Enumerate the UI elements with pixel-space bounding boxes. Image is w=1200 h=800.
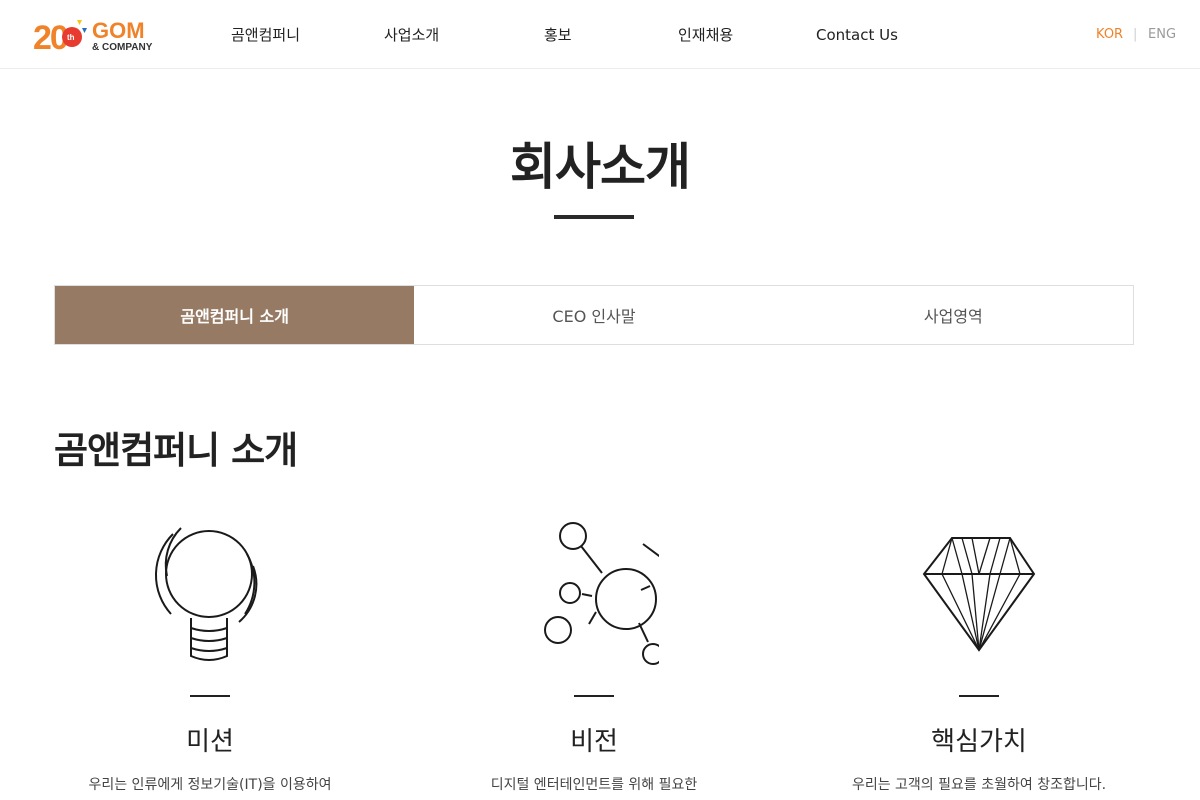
nav-item-careers[interactable]: 인재채용 [678,24,733,46]
site-header: 20 th GOM & COMPANY 곰앤컴퍼니 사업소개 홍보 인재채용 C… [0,0,1200,69]
mission-title: 미션 [186,727,234,757]
vision-description: 디지털 엔터테인먼트를 위해 필요한 [490,777,698,793]
core-values-card: 핵심가치 우리는 고객의 필요를 초월하여 창조합니다. [829,510,1129,800]
nav-item-company[interactable]: 곰앤컴퍼니 [231,24,300,46]
diamond-icon [922,537,1036,652]
logo-yellow-triangle [77,20,82,25]
sub-tabs: 곰앤컴퍼니 소개 CEO 인사말 사업영역 [54,285,1134,345]
lang-separator: | [1133,27,1138,42]
lightbulb-icon [154,527,258,661]
mission-description: 우리는 인류에게 정보기술(IT)을 이용하여 [88,777,332,793]
tab-business-area[interactable]: 사업영역 [773,286,1133,344]
page-title: 회사소개 [510,138,691,196]
mission-divider [190,695,230,697]
vision-divider [574,695,614,697]
tab-company-intro[interactable]: 곰앤컴퍼니 소개 [55,286,415,344]
logo-mark-superscript: th [67,33,75,42]
core-values-title: 핵심가치 [931,727,1027,757]
logo-brand: GOM [92,18,145,43]
company-logo[interactable]: 20 th GOM & COMPANY [33,16,159,54]
network-molecule-icon [544,522,659,665]
section-title: 곰앤컴퍼니 소개 [54,429,298,472]
vision-title: 비전 [570,727,618,757]
nav-item-contact[interactable]: Contact Us [816,24,898,46]
logo-blue-triangle [82,28,87,33]
tab-ceo-greeting[interactable]: CEO 인사말 [414,286,774,344]
mission-card: 미션 우리는 인류에게 정보기술(IT)을 이용하여 [60,510,360,800]
core-values-divider [959,695,999,697]
core-values-description: 우리는 고객의 필요를 초월하여 창조합니다. [851,777,1107,793]
logo-sub-brand: & COMPANY [92,42,153,53]
lang-eng-link[interactable]: ENG [1148,26,1176,44]
vision-card: 비전 디지털 엔터테인먼트를 위해 필요한 [444,510,744,800]
title-underline [554,215,634,219]
lang-kor-link[interactable]: KOR [1096,26,1123,44]
nav-item-business[interactable]: 사업소개 [384,24,439,46]
nav-item-pr[interactable]: 홍보 [544,24,572,46]
